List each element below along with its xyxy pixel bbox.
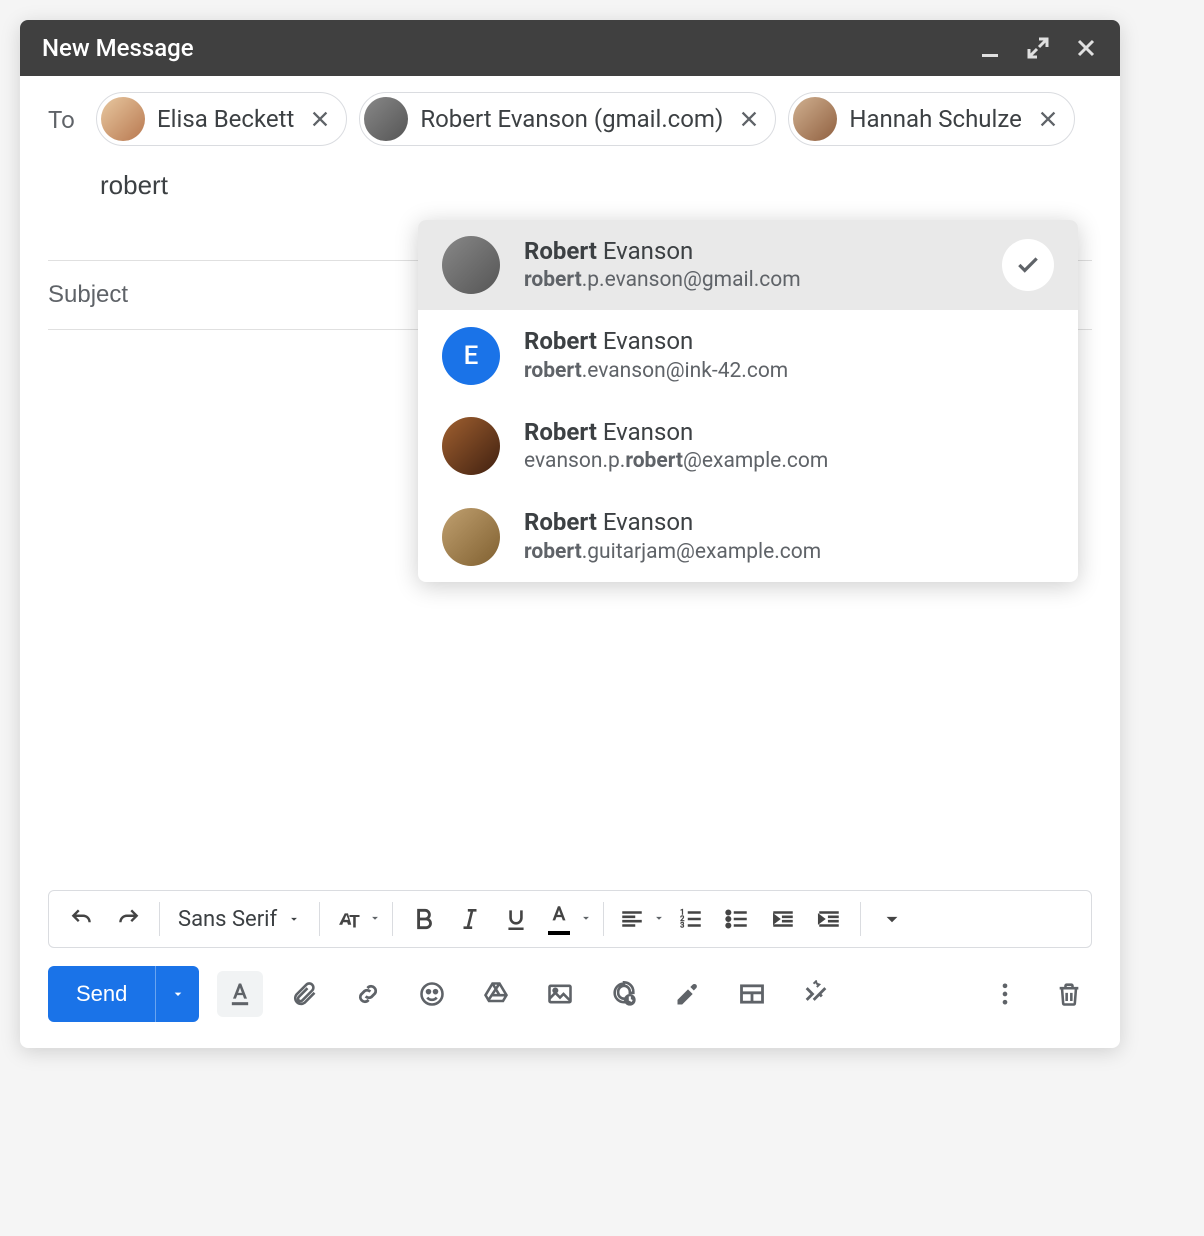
discard-draft-button[interactable] — [1046, 971, 1092, 1017]
more-options-button[interactable] — [982, 971, 1028, 1017]
font-family-picker[interactable]: Sans Serif — [170, 907, 309, 932]
avatar — [364, 97, 408, 141]
undo-button[interactable] — [61, 898, 103, 940]
autocomplete-item[interactable]: E Robert Evanson robert.evanson@ink-42.c… — [418, 310, 1078, 400]
insert-link-button[interactable] — [345, 971, 391, 1017]
separator — [603, 902, 604, 936]
autocomplete-name: Robert Evanson — [524, 326, 788, 357]
autocomplete-dropdown: Robert Evanson robert.p.evanson@gmail.co… — [418, 220, 1078, 582]
italic-button[interactable] — [449, 898, 491, 940]
autocomplete-item[interactable]: Robert Evanson robert.p.evanson@gmail.co… — [418, 220, 1078, 310]
autocomplete-name: Robert Evanson — [524, 417, 828, 448]
autocomplete-text: Robert Evanson robert.evanson@ink-42.com — [524, 326, 788, 384]
autocomplete-name: Robert Evanson — [524, 507, 821, 538]
autocomplete-text: Robert Evanson robert.guitarjam@example.… — [524, 507, 821, 565]
insert-photo-button[interactable] — [537, 971, 583, 1017]
autocomplete-email: robert.guitarjam@example.com — [524, 539, 821, 566]
avatar: E — [442, 327, 500, 385]
insert-signature-button[interactable] — [665, 971, 711, 1017]
svg-text:3: 3 — [680, 921, 684, 930]
numbered-list-button[interactable]: 123 — [670, 898, 712, 940]
remove-chip-icon[interactable] — [306, 105, 334, 133]
action-bar: Send — [20, 966, 1120, 1048]
recipients-area[interactable]: Elisa Beckett Robert Evanson (gmail.com)… — [96, 92, 1092, 212]
autocomplete-name: Robert Evanson — [524, 236, 801, 267]
autocomplete-text: Robert Evanson robert.p.evanson@gmail.co… — [524, 236, 801, 294]
recipient-chip[interactable]: Robert Evanson (gmail.com) — [359, 92, 776, 146]
schedule-send-button[interactable] — [793, 971, 839, 1017]
recipient-chip[interactable]: Hannah Schulze — [788, 92, 1074, 146]
avatar — [442, 236, 500, 294]
underline-button[interactable] — [495, 898, 537, 940]
indent-increase-button[interactable] — [808, 898, 850, 940]
chevron-down-icon — [368, 910, 382, 929]
separator — [159, 902, 160, 936]
redo-button[interactable] — [107, 898, 149, 940]
font-family-label: Sans Serif — [178, 907, 277, 932]
separator — [319, 902, 320, 936]
fullscreen-button[interactable] — [1026, 36, 1050, 60]
send-button[interactable]: Send — [48, 966, 155, 1022]
autocomplete-item[interactable]: Robert Evanson evanson.p.robert@example.… — [418, 401, 1078, 491]
text-color-icon — [541, 898, 577, 940]
autocomplete-text: Robert Evanson evanson.p.robert@example.… — [524, 417, 828, 475]
chip-label: Hannah Schulze — [849, 105, 1021, 133]
font-size-icon: T — [330, 898, 366, 940]
more-formatting-button[interactable] — [871, 898, 913, 940]
titlebar: New Message — [20, 20, 1120, 76]
recipient-chip[interactable]: Elisa Beckett — [96, 92, 347, 146]
align-picker[interactable] — [614, 898, 666, 940]
send-more-button[interactable] — [155, 966, 199, 1022]
avatar — [442, 417, 500, 475]
attach-file-button[interactable] — [281, 971, 327, 1017]
separator — [392, 902, 393, 936]
indent-decrease-button[interactable] — [762, 898, 804, 940]
chevron-down-icon — [579, 910, 593, 929]
autocomplete-item[interactable]: Robert Evanson robert.guitarjam@example.… — [418, 491, 1078, 581]
avatar — [442, 508, 500, 566]
remove-chip-icon[interactable] — [1034, 105, 1062, 133]
confidential-mode-button[interactable] — [601, 971, 647, 1017]
autocomplete-email: evanson.p.robert@example.com — [524, 448, 828, 475]
insert-drive-button[interactable] — [473, 971, 519, 1017]
window-title: New Message — [42, 34, 194, 62]
close-button[interactable] — [1074, 36, 1098, 60]
svg-text:T: T — [349, 913, 360, 932]
formatting-options-button[interactable] — [217, 971, 263, 1017]
chevron-down-icon — [652, 910, 666, 929]
align-icon — [614, 898, 650, 940]
recipient-input[interactable] — [96, 158, 439, 212]
chevron-down-icon — [287, 907, 301, 932]
to-label: To — [48, 92, 80, 134]
send-button-group: Send — [48, 966, 199, 1022]
insert-template-button[interactable] — [729, 971, 775, 1017]
compose-window: New Message To Elisa Beckett — [20, 20, 1120, 1048]
format-toolbar: Sans Serif T — [48, 890, 1092, 948]
text-color-picker[interactable] — [541, 898, 593, 940]
chip-label: Elisa Beckett — [157, 105, 294, 133]
autocomplete-email: robert.evanson@ink-42.com — [524, 358, 788, 385]
avatar — [793, 97, 837, 141]
bold-button[interactable] — [403, 898, 445, 940]
insert-emoji-button[interactable] — [409, 971, 455, 1017]
avatar — [101, 97, 145, 141]
bulleted-list-button[interactable] — [716, 898, 758, 940]
remove-chip-icon[interactable] — [735, 105, 763, 133]
chip-label: Robert Evanson (gmail.com) — [420, 105, 723, 133]
font-size-picker[interactable]: T — [330, 898, 382, 940]
autocomplete-email: robert.p.evanson@gmail.com — [524, 267, 801, 294]
minimize-button[interactable] — [978, 36, 1002, 60]
to-row: To Elisa Beckett Robert Evanson (gmail.c… — [48, 92, 1092, 212]
check-icon — [1002, 239, 1054, 291]
window-controls — [978, 36, 1098, 60]
separator — [860, 902, 861, 936]
